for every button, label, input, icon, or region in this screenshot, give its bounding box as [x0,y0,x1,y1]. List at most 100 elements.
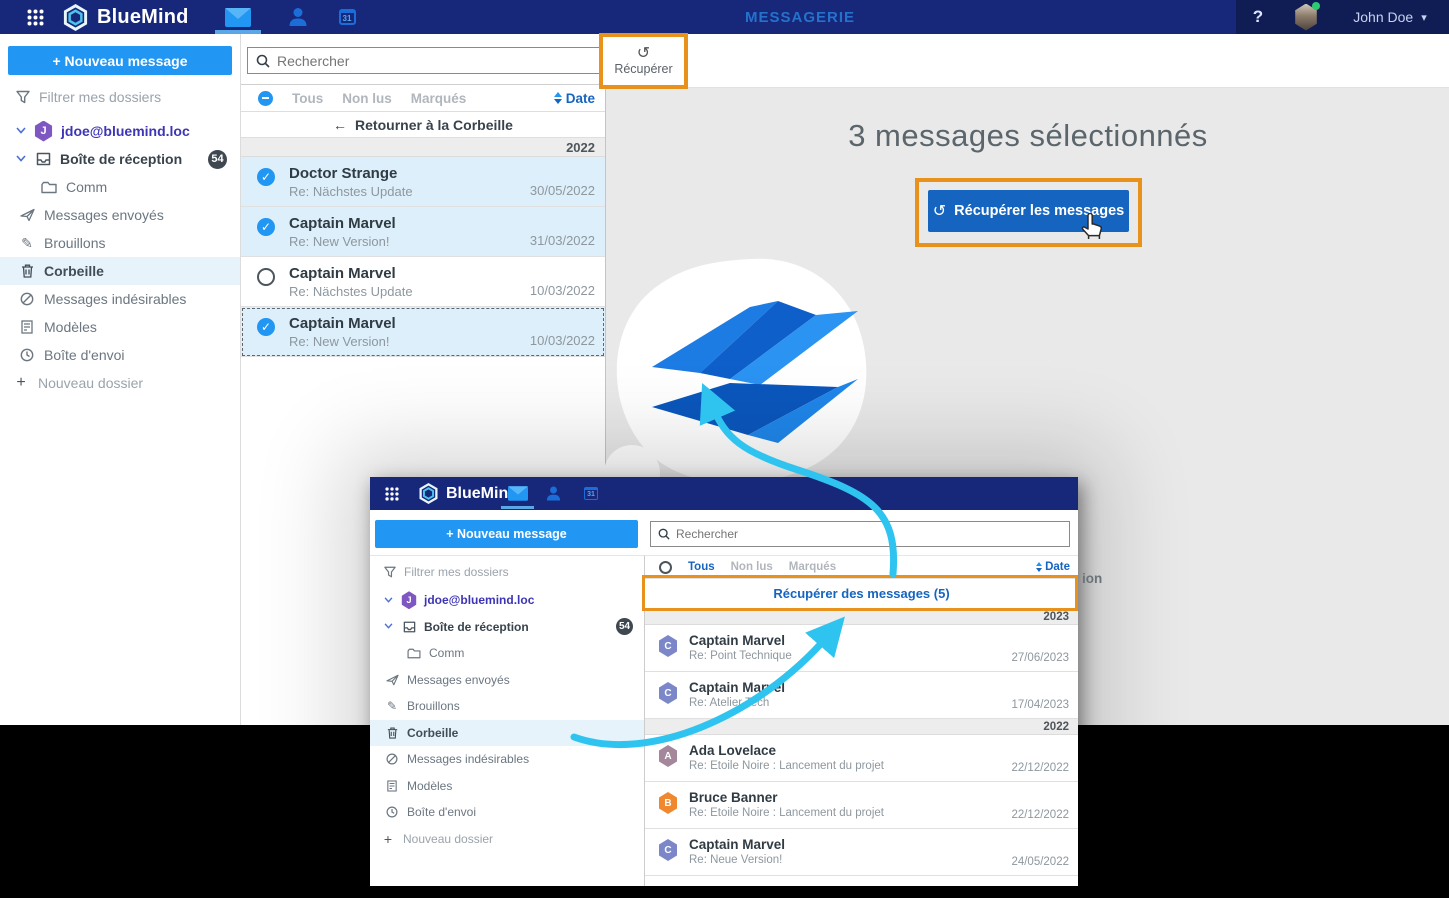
recover-toolbar-button[interactable]: ↺ Récupérer [599,33,688,89]
inset-sidebar-item-junk[interactable]: Messages indésirables [370,746,644,773]
template-icon [18,320,36,334]
inset-sidebar-item-outbox[interactable]: Boîte d'envoi [370,799,644,826]
message-row[interactable]: ✓ Doctor Strange Re: Nächstes Update 30/… [241,157,605,207]
inset-new-folder-button[interactable]: + Nouveau dossier [370,826,644,853]
tab-all[interactable]: Tous [688,561,715,573]
inset-sidebar-item-trash[interactable]: Corbeille [370,720,644,747]
calendar-icon: 31 [584,487,598,500]
folder-label: Modèles [44,319,97,335]
calendar-day: 31 [343,14,352,23]
mail-app-icon[interactable] [215,0,261,34]
tab-flagged[interactable]: Marqués [411,91,467,106]
inset-message-row[interactable]: A Ada Lovelace Re: Etoile Noire : Lancem… [645,735,1078,782]
bluemind-logo[interactable]: BlueMind [62,0,189,34]
user-menu[interactable]: John Doe ▾ [1340,0,1440,34]
search-input[interactable] [277,53,591,69]
inbox-icon [34,152,52,166]
sender-avatar: B [658,792,678,814]
contacts-app-icon[interactable] [278,0,318,34]
sidebar-item-inbox[interactable]: Boîte de réception 54 [0,145,240,173]
help-button[interactable]: ? [1243,0,1273,34]
message-date: 10/03/2022 [530,333,595,348]
sidebar-item-templates[interactable]: Modèles [0,313,240,341]
checked-circle-icon[interactable]: ✓ [257,218,275,236]
sidebar-item-sent[interactable]: Messages envoyés [0,201,240,229]
user-avatar[interactable] [1288,0,1324,34]
apps-grid-icon[interactable] [18,0,52,34]
checked-circle-icon[interactable]: ✓ [257,318,275,336]
block-icon [384,753,400,765]
message-row[interactable]: ✓ Captain Marvel Re: New Version! 10/03/… [241,307,605,357]
inset-sidebar-item-drafts[interactable]: ✎ Brouillons [370,693,644,720]
inset-calendar-app-icon[interactable]: 31 [576,477,606,510]
inset-sidebar-item-inbox[interactable]: Boîte de réception 54 [370,614,644,641]
filter-folders[interactable]: Filtrer mes dossiers [0,83,240,111]
sidebar-item-account[interactable]: J jdoe@bluemind.loc [0,117,240,145]
tab-all[interactable]: Tous [292,91,323,106]
year-separator: 2023 [645,609,1078,625]
message-date: 10/03/2022 [530,283,595,298]
inset-filter-folders[interactable]: Filtrer mes dossiers [370,556,644,587]
tab-flagged[interactable]: Marqués [789,561,836,573]
sort-icon [554,92,562,104]
message-date: 31/03/2022 [530,233,595,248]
inset-message-row-partial[interactable] [645,876,1078,885]
inset-message-row[interactable]: C Captain Marvel Re: Point Technique 27/… [645,625,1078,672]
new-message-button[interactable]: + Nouveau message [8,46,232,75]
search-icon [658,528,670,540]
sender-avatar: C [658,682,678,704]
chevron-down-icon: ▾ [1421,11,1427,24]
message-row[interactable]: ✓ Captain Marvel Re: New Version! 31/03/… [241,207,605,257]
message-date: 17/04/2023 [1011,699,1069,711]
account-label: jdoe@bluemind.loc [424,593,534,607]
year-label: 2023 [1043,611,1069,623]
new-folder-label: Nouveau dossier [38,375,143,391]
inset-sidebar-item-templates[interactable]: Modèles [370,773,644,800]
account-avatar: J [401,591,417,609]
sort-by-date[interactable]: Date [554,91,595,106]
inbox-label: Boîte de réception [60,151,182,167]
paper-plane-illustration [600,255,890,490]
sidebar-item-junk[interactable]: Messages indésirables [0,285,240,313]
inset-message-row[interactable]: C Captain Marvel Re: Atelier Tech 17/04/… [645,672,1078,719]
unread-badge: 54 [616,618,633,635]
sidebar-item-drafts[interactable]: ✎ Brouillons [0,229,240,257]
inset-search-input[interactable] [676,527,1062,541]
message-row[interactable]: Captain Marvel Re: Nächstes Update 10/03… [241,257,605,307]
unchecked-circle-icon[interactable] [257,268,275,286]
tab-unread[interactable]: Non lus [731,561,773,573]
app-title: MESSAGERIE [700,0,900,34]
checked-circle-icon[interactable]: ✓ [257,168,275,186]
inset-recover-messages-row[interactable]: Récupérer des messages (5) [645,578,1078,609]
back-to-trash-link[interactable]: ← Retourner à la Corbeille [241,111,605,138]
brand-wordmark: BlueMind [97,6,189,29]
inset-contacts-app-icon[interactable] [538,477,568,510]
folder-label: Messages indésirables [407,752,529,766]
select-all-checkbox[interactable] [659,561,672,574]
inset-sidebar-item-sent[interactable]: Messages envoyés [370,667,644,694]
inset-message-row[interactable]: B Bruce Banner Re: Etoile Noire : Lancem… [645,782,1078,829]
chevron-down-icon [384,621,394,632]
select-all-checkbox[interactable] [258,91,273,106]
folder-label: Comm [66,179,107,195]
tab-unread[interactable]: Non lus [342,91,392,106]
message-sender: Bruce Banner [689,789,1078,806]
sidebar-item-comm[interactable]: Comm [0,173,240,201]
inset-sidebar-item-account[interactable]: J jdoe@bluemind.loc [370,587,644,614]
inset-apps-grid-icon[interactable] [378,477,406,510]
inset-message-row[interactable]: C Captain Marvel Re: Neue Version! 24/05… [645,829,1078,876]
inset-new-message-button[interactable]: + Nouveau message [375,520,638,548]
sort-by-date[interactable]: Date [1036,561,1070,573]
sidebar-item-trash[interactable]: Corbeille [0,257,240,285]
clock-icon [18,348,36,362]
person-icon [545,485,562,502]
sender-avatar: C [658,839,678,861]
inset-sidebar-item-comm[interactable]: Comm [370,640,644,667]
sender-avatar: A [658,745,678,767]
recover-messages-button[interactable]: ↺ Récupérer les messages [928,190,1129,232]
new-folder-button[interactable]: + Nouveau dossier [0,369,240,397]
sidebar-item-outbox[interactable]: Boîte d'envoi [0,341,240,369]
calendar-app-icon[interactable]: 31 [327,0,367,34]
folder-label: Modèles [407,779,452,793]
new-folder-label: Nouveau dossier [403,832,493,846]
